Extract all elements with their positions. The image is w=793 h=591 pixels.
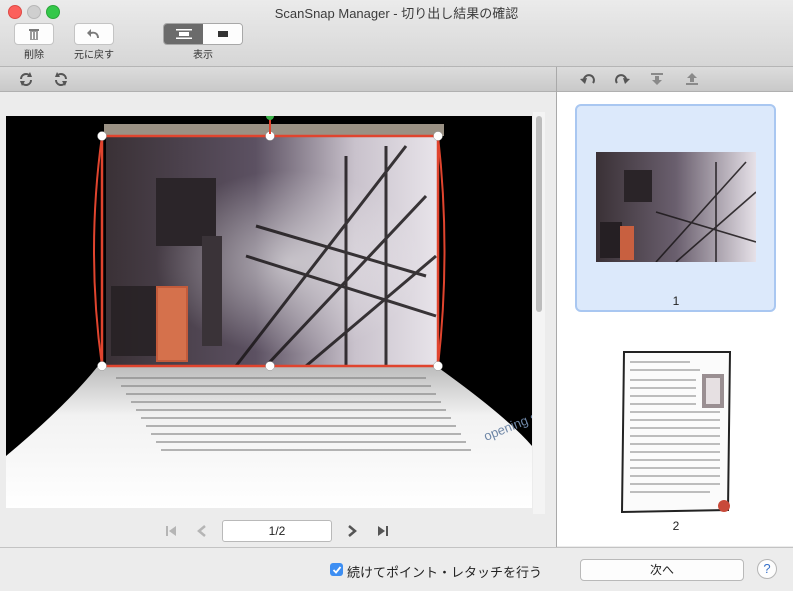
view-multi-button[interactable] [164,24,203,44]
view-toggle[interactable] [163,23,243,45]
first-page-icon [166,526,176,536]
page-number-field[interactable]: 1/2 [222,520,332,542]
preview-toolbar [0,67,556,92]
move-up-icon [686,73,698,85]
last-page-icon [378,526,388,536]
preview-scrollbar-thumb[interactable] [536,116,542,312]
title-bar: ScanSnap Manager - 切り出し結果の確認 削除 元に戻す 表示 [0,0,793,67]
scan-preview[interactable]: opening second building [6,116,532,508]
last-page-button[interactable] [374,523,390,539]
delete-label: 削除 [24,50,44,61]
checkmark-icon [332,565,341,574]
thumbnail-label-1: 1 [672,294,680,308]
next-page-button[interactable] [344,523,360,539]
rotate-right-small-icon [55,72,67,86]
continue-retouch-checkbox[interactable] [330,563,343,576]
rotate-left-small-button[interactable] [16,70,36,88]
rotate-cw-button[interactable] [612,70,632,88]
move-down-icon [651,73,663,85]
scan-preview-image: opening second building [6,116,532,508]
window-title: ScanSnap Manager - 切り出し結果の確認 [274,6,519,21]
rotate-ccw-icon [580,74,595,84]
continue-retouch-label[interactable]: 続けてポイント・レタッチを行う [347,562,542,581]
undo-button[interactable] [74,23,114,45]
thumbnail-label-2: 2 [672,519,680,533]
view-single-button[interactable] [203,24,242,44]
trash-icon [29,29,39,40]
rotate-cw-icon [615,74,630,84]
undo-icon [87,29,99,38]
view-label: 表示 [193,50,213,61]
help-button[interactable]: ? [757,559,777,579]
chevron-left-icon [197,525,206,537]
delete-button[interactable] [14,23,54,45]
rotate-right-small-button[interactable] [51,70,71,88]
split-view-icon [175,29,192,39]
thumbnail-image-2 [620,351,732,514]
undo-label: 元に戻す [74,50,114,61]
next-button[interactable]: 次へ [580,559,744,581]
thumbnail-toolbar [557,67,793,92]
preview-scrollbar[interactable] [533,112,545,514]
rotate-left-small-icon [20,72,32,86]
thumbnail-image-1 [596,152,756,262]
previous-page-button[interactable] [194,523,210,539]
move-up-button[interactable] [682,70,702,88]
first-page-button[interactable] [164,523,180,539]
chevron-right-icon [348,525,357,537]
rotate-ccw-button[interactable] [578,70,598,88]
single-view-icon [217,31,228,37]
move-down-button[interactable] [647,70,667,88]
